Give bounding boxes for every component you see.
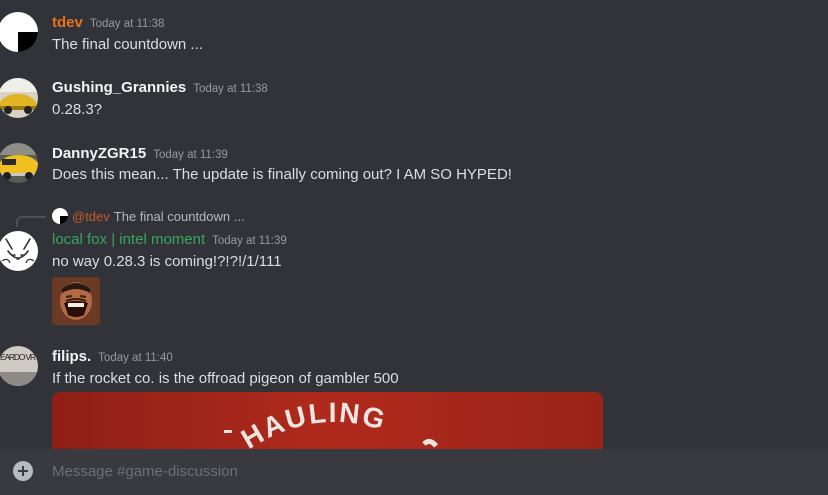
reply-reference[interactable]: @tdev The final countdown ... [52, 207, 245, 225]
username[interactable]: tdev [52, 14, 83, 31]
tdev-avatar[interactable] [0, 12, 38, 52]
timestamp: Today at 11:39 [212, 235, 287, 247]
yellow-car-avatar[interactable] [0, 143, 38, 183]
plus-circle-icon[interactable] [13, 461, 33, 481]
message-input[interactable] [52, 457, 812, 485]
timestamp: Today at 11:39 [153, 149, 228, 161]
message-content: 0.28.3? [52, 101, 103, 118]
username[interactable]: local fox | intel moment [52, 231, 205, 248]
sign-avatar[interactable]: EARDO VR [0, 346, 38, 386]
username[interactable]: filips. [52, 348, 91, 365]
timestamp: Today at 11:38 [89, 18, 165, 30]
fox-sketch-avatar[interactable] [0, 231, 38, 271]
message-content: no way 0.28.3 is coming!?!?!/1/111 [52, 253, 282, 270]
reply-spine [16, 216, 46, 227]
username[interactable]: Gushing_Grannies [52, 79, 186, 96]
tdev-avatar [52, 208, 68, 224]
chat-area: tdev Today at 11:38 The final countdown … [0, 0, 828, 495]
timestamp: Today at 11:40 [98, 352, 173, 364]
message-composer [0, 449, 828, 495]
reply-mention[interactable]: @tdev [72, 209, 110, 224]
reply-preview: The final countdown ... [113, 208, 245, 224]
laughing-man-emoji[interactable] [52, 277, 100, 325]
message-content: Does this mean... The update is finally … [52, 166, 512, 183]
sign-text: EARDO VR [0, 352, 36, 362]
timestamp: Today at 11:38 [193, 83, 268, 95]
embed-image[interactable]: HAULING [52, 392, 603, 452]
message-content: The final countdown ... [52, 36, 203, 53]
yellow-car-avatar[interactable] [0, 78, 38, 118]
username[interactable]: DannyZGR15 [52, 145, 146, 162]
message-content: If the rocket co. is the offroad pigeon … [52, 370, 399, 387]
